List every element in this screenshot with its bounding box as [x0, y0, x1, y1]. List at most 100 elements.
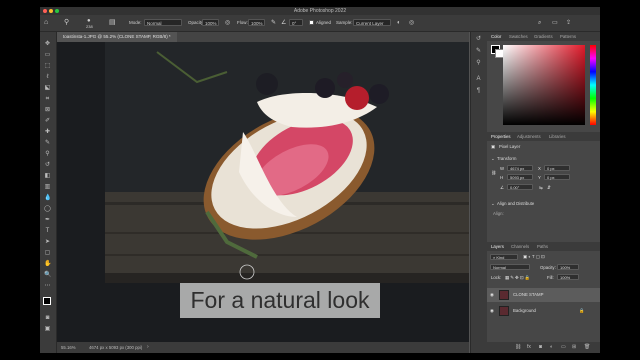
pressure-opacity-icon[interactable]: ◎ — [225, 15, 230, 31]
ignore-adjustment-icon[interactable]: ◐ — [397, 15, 401, 31]
clone-stamp-icon[interactable]: ⚲ — [44, 151, 51, 158]
tab-color[interactable]: Color — [491, 32, 501, 41]
zoom-tool-icon[interactable]: 🔍 — [44, 272, 51, 279]
zoom-button[interactable] — [55, 9, 59, 13]
search-icon[interactable]: ⌕ — [538, 15, 541, 31]
brush-tool-icon[interactable]: ✎ — [44, 140, 51, 147]
layer-row-clone-stamp[interactable]: ◉ CLONE STAMP — [487, 288, 600, 302]
marquee-tool-icon[interactable]: ⬚ — [44, 63, 51, 70]
tab-swatches[interactable]: Swatches — [509, 32, 528, 41]
path-select-tool-icon[interactable]: ➤ — [44, 239, 51, 246]
link-layers-icon[interactable]: ⛓ — [515, 342, 521, 353]
flow-field[interactable]: 100% — [248, 19, 265, 26]
hue-slider[interactable] — [590, 45, 596, 125]
crop-tool-icon[interactable]: ⌗ — [44, 96, 51, 103]
filter-kind-select[interactable]: ⌕ Kind — [490, 254, 518, 260]
shape-tool-icon[interactable]: ▢ — [44, 250, 51, 257]
angle-field[interactable]: 0° — [289, 19, 303, 26]
layer-name: Background — [513, 308, 536, 313]
angle-field[interactable]: 0.00° — [507, 184, 533, 190]
aligned-label: Aligned — [316, 20, 332, 25]
lock-icons[interactable]: ▦ ✎ ✥ ⊡ 🔒 — [505, 275, 530, 281]
share-icon[interactable]: ⇪ — [566, 15, 571, 31]
tab-libraries[interactable]: Libraries — [549, 132, 565, 141]
align-distribute-label: Align and Distribute — [497, 201, 535, 206]
layer-row-background[interactable]: ◉ Background 🔒 — [487, 304, 600, 318]
workspace-icon[interactable]: ▭ — [552, 15, 558, 31]
color-field[interactable] — [503, 45, 585, 125]
transform-chevron-icon[interactable]: ⌄ — [491, 156, 495, 162]
clone-stamp-tool-icon[interactable]: ⚲ — [64, 15, 69, 31]
tab-paths[interactable]: Paths — [537, 242, 548, 251]
new-group-icon[interactable]: ▭ — [561, 342, 566, 353]
tab-patterns[interactable]: Patterns — [560, 32, 576, 41]
tab-channels[interactable]: Channels — [511, 242, 529, 251]
foreground-color-swatch[interactable] — [43, 297, 51, 305]
healing-brush-icon[interactable]: ✚ — [44, 129, 51, 136]
history-brush-icon[interactable]: ↺ — [44, 162, 51, 169]
layers-panel-tabs: Layers Channels Paths — [487, 242, 600, 251]
new-layer-icon[interactable]: ⊞ — [572, 342, 576, 353]
eyedropper-tool-icon[interactable]: ✐ — [44, 118, 51, 125]
quick-mask-icon[interactable]: ◙ — [44, 315, 51, 322]
fx-icon[interactable]: fx — [527, 342, 531, 353]
hand-tool-icon[interactable]: ✋ — [44, 261, 51, 268]
airbrush-icon[interactable]: ✎ — [271, 15, 276, 31]
character-panel-icon[interactable]: A — [475, 76, 482, 83]
y-field[interactable]: 0 px — [544, 174, 570, 180]
blur-tool-icon[interactable]: 💧 — [44, 195, 51, 202]
screen-mode-icon[interactable]: ▣ — [44, 326, 51, 333]
type-tool-icon[interactable]: T — [44, 228, 51, 235]
visibility-eye-icon[interactable]: ◉ — [490, 288, 494, 302]
video-caption: For a natural look — [180, 283, 380, 318]
pen-tool-icon[interactable]: ✒ — [44, 217, 51, 224]
dodge-tool-icon[interactable]: ◯ — [44, 206, 51, 213]
fill-field[interactable]: 100% — [557, 274, 579, 280]
trash-icon[interactable]: 🗑 — [584, 342, 590, 353]
document-tab-label: toastinsta-1.JPG @ 55.2% (CLONE STAMP, R… — [63, 34, 171, 39]
clone-source-icon[interactable]: ⚲ — [475, 60, 482, 67]
add-mask-icon[interactable]: ◙ — [539, 342, 542, 353]
x-field[interactable]: 0 px — [544, 165, 570, 171]
object-select-tool-icon[interactable]: ⬕ — [44, 85, 51, 92]
aligned-checkbox[interactable] — [309, 20, 314, 25]
tab-properties[interactable]: Properties — [491, 132, 511, 141]
tab-adjustments[interactable]: Adjustments — [517, 132, 541, 141]
move-tool-icon[interactable]: ✥ — [44, 41, 51, 48]
width-field[interactable]: 4674 px — [507, 165, 533, 171]
frame-tool-icon[interactable]: ⊠ — [44, 107, 51, 114]
mode-select[interactable]: Normal — [144, 19, 182, 26]
flow-label: Flow: — [237, 20, 248, 25]
artboard-tool-icon[interactable]: ▭ — [44, 52, 51, 59]
pressure-size-icon[interactable]: ◎ — [409, 15, 414, 31]
brush-panel-icon[interactable]: ✎ — [475, 48, 482, 55]
adjustment-layer-icon[interactable]: ◐ — [550, 342, 553, 353]
eraser-tool-icon[interactable]: ◧ — [44, 173, 51, 180]
layer-name: CLONE STAMP — [513, 292, 544, 297]
paragraph-panel-icon[interactable]: ¶ — [475, 88, 482, 95]
height-field[interactable]: 5093 px — [507, 174, 533, 180]
layer-filter-icons[interactable]: ▣ ◐ T ▢ ⊡ — [523, 254, 545, 260]
status-chevron-icon[interactable]: › — [147, 342, 149, 353]
visibility-eye-icon[interactable]: ◉ — [490, 304, 494, 318]
layer-opacity-field[interactable]: 100% — [557, 264, 579, 270]
document-tab[interactable]: toastinsta-1.JPG @ 55.2% (CLONE STAMP, R… — [57, 32, 177, 42]
history-panel-icon[interactable]: ↺ — [475, 36, 482, 43]
blend-mode-select[interactable]: Normal — [490, 264, 530, 270]
zoom-level[interactable]: 55.16% — [61, 342, 76, 353]
close-button[interactable] — [43, 9, 47, 13]
flip-horizontal-icon[interactable]: ⇋ — [539, 185, 543, 191]
opacity-field[interactable]: 100% — [202, 19, 219, 26]
sample-select[interactable]: Current Layer — [353, 19, 391, 26]
minimize-button[interactable] — [49, 9, 53, 13]
flip-vertical-icon[interactable]: ⇵ — [547, 185, 551, 191]
align-chevron-icon[interactable]: ⌄ — [491, 201, 495, 207]
tab-gradients[interactable]: Gradients — [534, 32, 553, 41]
tab-layers[interactable]: Layers — [491, 242, 504, 251]
lasso-tool-icon[interactable]: ℓ — [44, 74, 51, 81]
link-dimensions-icon[interactable]: ⛓ — [491, 170, 496, 176]
more-tools-icon[interactable]: ⋯ — [44, 283, 51, 290]
gradient-tool-icon[interactable]: ▥ — [44, 184, 51, 191]
home-icon[interactable]: ⌂ — [44, 15, 48, 31]
brush-settings-icon[interactable]: ▤ — [109, 15, 116, 31]
